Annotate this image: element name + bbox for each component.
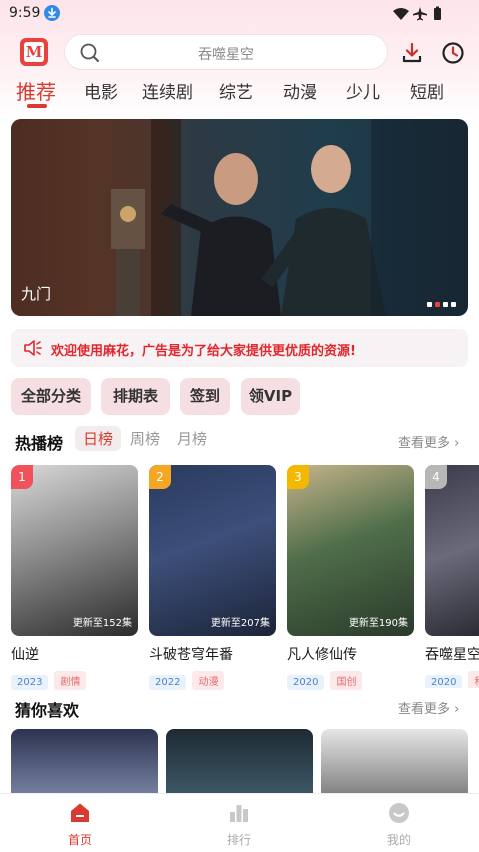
year-tag: 2020 bbox=[425, 675, 463, 688]
carousel-dot[interactable] bbox=[427, 302, 432, 307]
download-button[interactable] bbox=[401, 42, 423, 68]
hot-ranking-title: 热播榜 bbox=[15, 434, 64, 453]
nav-home[interactable]: 首页 bbox=[50, 802, 110, 848]
wifi-icon bbox=[393, 8, 409, 20]
sign-in-button[interactable]: 签到 bbox=[180, 378, 230, 415]
guess-poster[interactable] bbox=[321, 729, 468, 799]
status-time: 9:59 bbox=[9, 5, 41, 21]
search-placeholder: 吞噬星空 bbox=[198, 47, 254, 63]
app-logo[interactable]: M bbox=[20, 38, 48, 66]
ranking-card[interactable]: 3 更新至190集 凡人修仙传 2020 国创 bbox=[287, 465, 414, 690]
tab-weekly[interactable]: 周榜 bbox=[130, 428, 160, 449]
card-title: 吞噬星空 bbox=[425, 647, 479, 663]
guess-you-like-title: 猜你喜欢 bbox=[15, 701, 80, 720]
tab-variety[interactable]: 综艺 bbox=[219, 78, 253, 103]
category-tabs: 推荐 电影 连续剧 综艺 动漫 少儿 短剧 bbox=[0, 78, 479, 108]
genre-tag: 动漫 bbox=[192, 671, 225, 690]
year-tag: 2022 bbox=[149, 675, 187, 690]
poster-image: 1 更新至152集 bbox=[11, 465, 138, 636]
episode-status: 更新至190集 bbox=[348, 618, 408, 629]
schedule-button[interactable]: 排期表 bbox=[101, 378, 170, 415]
download-status-icon bbox=[44, 5, 60, 21]
guess-poster[interactable] bbox=[166, 729, 313, 799]
card-title: 斗破苍穹年番 bbox=[149, 647, 233, 663]
poster-image: 3 更新至190集 bbox=[287, 465, 414, 636]
carousel-indicator[interactable] bbox=[424, 292, 456, 307]
announcement-bar[interactable]: 欢迎使用麻花，广告是为了给大家提供更优质的资源! bbox=[11, 329, 468, 367]
tab-recommend[interactable]: 推荐 bbox=[16, 76, 56, 105]
nav-profile[interactable]: 我的 bbox=[369, 802, 429, 848]
rank-badge: 4 bbox=[425, 465, 447, 489]
guess-see-more-link[interactable]: 查看更多 › bbox=[398, 698, 459, 717]
active-tab-indicator bbox=[27, 104, 47, 108]
bottom-navigation: 首页 排行 我的 bbox=[0, 793, 479, 852]
genre-tag: 剧情 bbox=[54, 671, 87, 690]
bar-chart-icon bbox=[228, 805, 250, 828]
featured-banner[interactable]: 九门 bbox=[11, 119, 468, 316]
poster-image: 2 更新至207集 bbox=[149, 465, 276, 636]
tab-kids[interactable]: 少儿 bbox=[346, 78, 380, 103]
nav-home-label: 首页 bbox=[67, 833, 92, 847]
card-title: 凡人修仙传 bbox=[287, 647, 357, 663]
tab-movie[interactable]: 电影 bbox=[84, 78, 118, 103]
search-input[interactable]: 吞噬星空 bbox=[64, 34, 388, 70]
airplane-icon bbox=[413, 7, 427, 21]
year-tag: 2023 bbox=[11, 675, 49, 690]
ranking-card[interactable]: 4 吞噬星空 2020 科 bbox=[425, 465, 479, 688]
history-button[interactable] bbox=[441, 41, 465, 69]
ranking-card[interactable]: 1 更新至152集 仙逆 2023 剧情 bbox=[11, 465, 138, 690]
ranking-card[interactable]: 2 更新至207集 斗破苍穹年番 2022 动漫 bbox=[149, 465, 276, 690]
all-categories-button[interactable]: 全部分类 bbox=[11, 378, 91, 415]
banner-artwork bbox=[11, 119, 468, 316]
smiley-icon bbox=[388, 803, 410, 828]
poster-image: 4 bbox=[425, 465, 479, 636]
status-icons bbox=[393, 6, 449, 26]
year-tag: 2020 bbox=[287, 675, 325, 690]
tab-anime[interactable]: 动漫 bbox=[283, 78, 317, 103]
genre-tag: 国创 bbox=[330, 671, 363, 690]
card-title: 仙逆 bbox=[11, 647, 39, 663]
battery-icon bbox=[434, 6, 441, 20]
nav-ranking-label: 排行 bbox=[226, 833, 251, 847]
carousel-dot-active[interactable] bbox=[435, 302, 440, 307]
tab-daily[interactable]: 日榜 bbox=[75, 426, 122, 451]
nav-profile-label: 我的 bbox=[386, 833, 411, 847]
status-bar: 9:59 bbox=[0, 0, 479, 28]
guess-poster[interactable] bbox=[11, 729, 158, 799]
clock-icon bbox=[441, 42, 465, 69]
get-vip-button[interactable]: 领VIP bbox=[241, 378, 300, 415]
tab-short-drama[interactable]: 短剧 bbox=[410, 78, 444, 103]
logo-mark: M bbox=[24, 42, 44, 62]
carousel-dot[interactable] bbox=[451, 302, 456, 307]
home-icon bbox=[69, 803, 91, 828]
rank-badge: 3 bbox=[287, 465, 309, 489]
banner-title: 九门 bbox=[21, 285, 52, 303]
hot-see-more-link[interactable]: 查看更多 › bbox=[398, 432, 459, 451]
rank-badge: 2 bbox=[149, 465, 171, 489]
announcement-text: 欢迎使用麻花，广告是为了给大家提供更优质的资源! bbox=[51, 344, 356, 359]
nav-ranking[interactable]: 排行 bbox=[209, 802, 269, 848]
rank-badge: 1 bbox=[11, 465, 33, 489]
carousel-dot[interactable] bbox=[443, 302, 448, 307]
episode-status: 更新至207集 bbox=[210, 618, 270, 629]
genre-tag: 科 bbox=[468, 671, 479, 688]
episode-status: 更新至152集 bbox=[72, 618, 132, 629]
download-icon bbox=[401, 42, 423, 68]
tab-monthly[interactable]: 月榜 bbox=[177, 428, 207, 449]
speaker-icon bbox=[23, 339, 43, 361]
tab-series[interactable]: 连续剧 bbox=[142, 78, 193, 103]
